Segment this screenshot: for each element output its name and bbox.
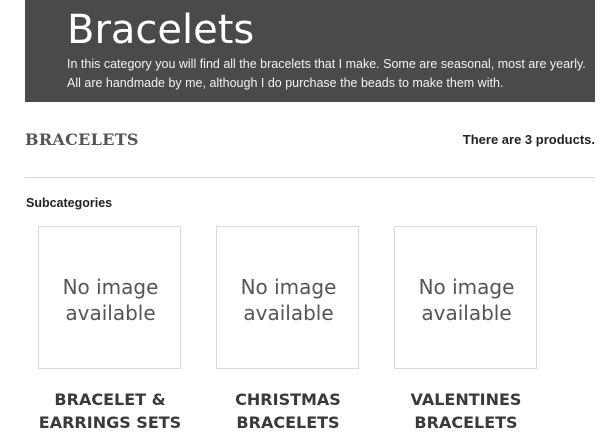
subcategory-item-christmas-bracelets[interactable]: No image available CHRISTMAS BRACELETS <box>216 226 362 438</box>
subcategory-link[interactable]: CHRISTMAS BRACELETS <box>198 388 378 434</box>
subcategory-thumbnail[interactable]: No image available <box>216 226 359 369</box>
no-image-placeholder: No image available <box>418 275 515 325</box>
subcategory-list: No image available BRACELET & EARRINGS S… <box>0 0 600 436</box>
no-image-placeholder: No image available <box>240 275 337 325</box>
subcategory-link[interactable]: BRACELET & EARRINGS SETS <box>20 388 200 434</box>
subcategory-item-bracelet-earrings-sets[interactable]: No image available BRACELET & EARRINGS S… <box>38 226 184 438</box>
subcategory-thumbnail[interactable]: No image available <box>394 226 537 369</box>
subcategory-thumbnail[interactable]: No image available <box>38 226 181 369</box>
subcategory-link[interactable]: VALENTINES BRACELETS <box>376 388 556 434</box>
no-image-placeholder: No image available <box>62 275 159 325</box>
subcategory-item-valentines-bracelets[interactable]: No image available VALENTINES BRACELETS <box>394 226 540 438</box>
